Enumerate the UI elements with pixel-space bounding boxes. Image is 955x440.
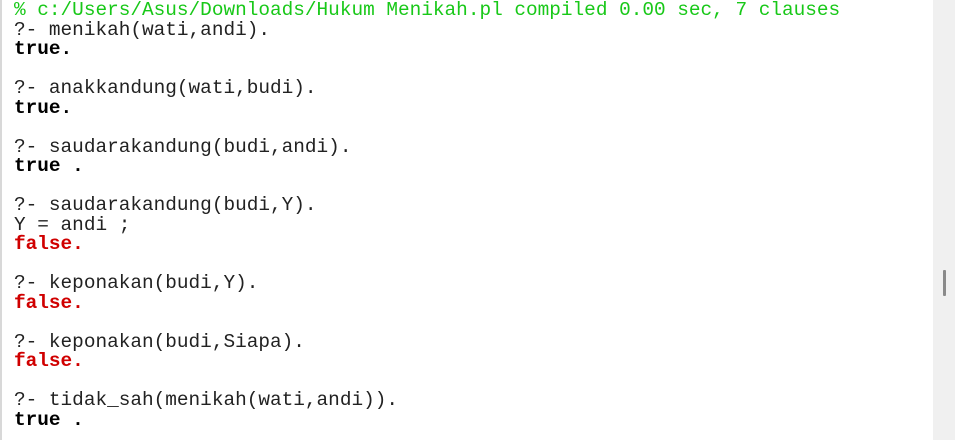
- query-line: ?- saudarakandung(budi,andi).: [14, 135, 352, 158]
- ans-line: true .: [14, 155, 84, 178]
- query-line: ?- tidak_sah(menikah(wati,andi)).: [14, 389, 398, 412]
- prolog-console[interactable]: % c:/Users/Asus/Downloads/Hukum Menikah.…: [0, 0, 933, 440]
- ans-line: true.: [14, 96, 73, 119]
- ans-line: true .: [14, 408, 84, 431]
- comment-line: % c:/Users/Asus/Downloads/Hukum Menikah.…: [14, 0, 841, 21]
- console-output: % c:/Users/Asus/Downloads/Hukum Menikah.…: [14, 0, 841, 431]
- scrollbar-thumb[interactable]: [943, 270, 946, 296]
- query-line: ?- saudarakandung(budi,Y).: [14, 194, 317, 217]
- false-line: false.: [14, 350, 84, 373]
- vertical-scrollbar[interactable]: [933, 0, 955, 440]
- ans-line: true.: [14, 38, 73, 61]
- query-line: ?- keponakan(budi,Y).: [14, 272, 259, 295]
- query-line: ?- keponakan(budi,Siapa).: [14, 330, 305, 353]
- query-line: ?- menikah(wati,andi).: [14, 18, 270, 41]
- query-line: ?- anakkandung(wati,budi).: [14, 77, 317, 100]
- query-line: Y = andi ;: [14, 213, 131, 236]
- false-line: false.: [14, 291, 84, 314]
- false-line: false.: [14, 233, 84, 256]
